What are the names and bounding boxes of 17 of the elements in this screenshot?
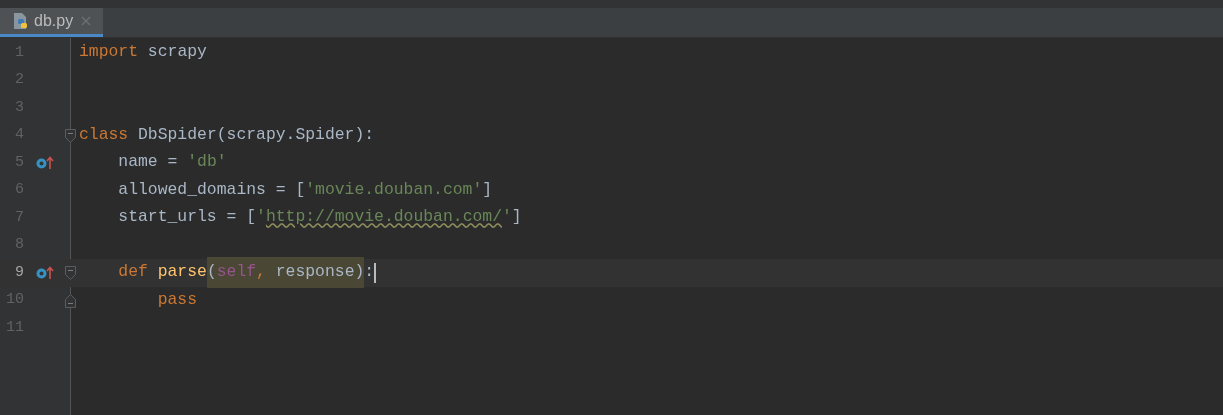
code-line: def parse(self, response): [79,259,375,287]
code-line: start_urls = ['http://movie.douban.com/'] [117,206,522,229]
code-line: name = 'db' [117,151,227,174]
code-line: import scrapy [79,41,207,64]
fold-marker-icon[interactable] [65,293,76,308]
fold-marker-icon[interactable] [65,266,76,280]
fold-marker-icon[interactable] [65,128,76,143]
text-caret [374,262,377,283]
tab-label: db.py [34,11,74,31]
code-line: allowed_domains = ['movie.douban.com'] [117,178,493,201]
python-file-icon [12,12,30,30]
code-line: class DbSpider(scrapy.Spider): [79,123,375,146]
override-icon[interactable] [36,265,54,280]
override-icon[interactable] [36,155,54,170]
line-number: 9 [14,262,24,283]
file-tab[interactable]: db.py [0,8,104,37]
code-line: pass [156,288,198,311]
